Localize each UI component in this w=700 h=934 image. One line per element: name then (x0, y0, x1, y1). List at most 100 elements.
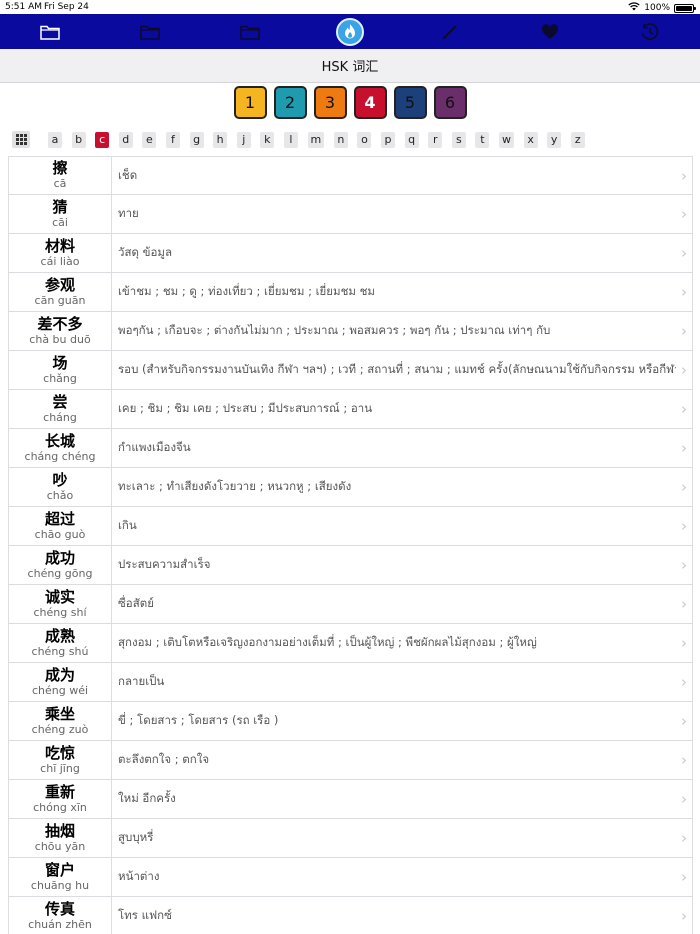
status-bar: 5:51 AM Fri Sep 24 100% (0, 0, 700, 14)
word-row[interactable]: 猜 cāi ทาย › (8, 195, 693, 234)
word-row[interactable]: 成熟 chéng shú สุกงอม ; เติบโตหรือเจริญงอกงา… (8, 624, 693, 663)
word-meaning: ประสบความสำเร็จ (118, 557, 211, 571)
history-button[interactable] (600, 14, 700, 49)
word-hanzi: 窗户 (44, 860, 75, 879)
word-row[interactable]: 诚实 chéng shí ซื่อสัตย์ › (8, 585, 693, 624)
chevron-right-icon: › (681, 751, 687, 769)
letter-x[interactable]: x (523, 131, 538, 148)
word-hanzi: 猜 (52, 197, 68, 216)
chevron-right-icon: › (681, 790, 687, 808)
folder-button-1[interactable] (0, 14, 100, 49)
word-hanzi: 擦 (52, 159, 68, 177)
word-hanzi: 成为 (44, 665, 75, 684)
word-row[interactable]: 吃惊 chī jīng ตะลึงตกใจ ; ตกใจ › (8, 741, 693, 780)
chevron-right-icon: › (681, 478, 687, 496)
letter-a[interactable]: a (48, 131, 62, 148)
letter-j[interactable]: j (236, 131, 251, 148)
letter-l[interactable]: l (283, 131, 298, 148)
word-meaning: เคย ; ชิม ; ชิม เคย ; ประสบ ; มีประสบการ… (118, 401, 373, 415)
favorites-button[interactable] (500, 14, 600, 49)
word-row[interactable]: 窗户 chuāng hu หน้าต่าง › (8, 858, 693, 897)
word-pinyin: chuán zhēn (28, 917, 92, 931)
letter-d[interactable]: d (118, 131, 133, 148)
word-meaning: รอบ (สำหรับกิจกรรมงานบันเทิง กีฬา ฯลฯ) ;… (118, 362, 676, 376)
word-pinyin: chāo guò (34, 527, 86, 541)
grid-icon[interactable] (12, 131, 30, 148)
letter-y[interactable]: y (547, 131, 562, 148)
word-row[interactable]: 成功 chéng gōng ประสบความสำเร็จ › (8, 546, 693, 585)
word-cell: 猜 cāi (9, 195, 112, 233)
letter-q[interactable]: q (404, 131, 419, 148)
word-pinyin: chéng shí (33, 605, 87, 619)
level-button-2[interactable]: 2 (273, 86, 307, 119)
letter-b[interactable]: b (71, 131, 86, 148)
word-hanzi: 参观 (44, 275, 75, 294)
letter-g[interactable]: g (189, 131, 204, 148)
word-cell: 重新 chóng xīn (9, 780, 112, 818)
word-meaning: กลายเป็น (118, 674, 165, 688)
word-hanzi: 诚实 (44, 587, 75, 606)
letter-o[interactable]: o (357, 131, 372, 148)
letter-s[interactable]: s (451, 131, 466, 148)
word-row[interactable]: 重新 chóng xīn ใหม่ อีกครั้ง › (8, 780, 693, 819)
chevron-right-icon: › (681, 595, 687, 613)
letter-h[interactable]: h (213, 131, 228, 148)
level-button-3[interactable]: 3 (313, 86, 347, 119)
word-list: 擦 cā เช็ด › 猜 cāi ทาย › 材料 cái liào วัสดุ ข้อมูล › 参… (8, 156, 693, 934)
level-button-6[interactable]: 6 (433, 86, 467, 119)
word-pinyin: chéng shú (31, 644, 89, 658)
word-cell: 传真 chuán zhēn (9, 897, 112, 934)
letter-m[interactable]: m (307, 131, 325, 148)
word-row[interactable]: 抽烟 chōu yān สูบบุหรี่ › (8, 819, 693, 858)
word-row[interactable]: 传真 chuán zhēn โทร แฟกซ์ › (8, 897, 693, 934)
word-hanzi: 重新 (44, 782, 75, 801)
word-row[interactable]: 长城 cháng chéng กำแพงเมืองจีน › (8, 429, 693, 468)
word-row[interactable]: 成为 chéng wéi กลายเป็น › (8, 663, 693, 702)
word-row[interactable]: 乘坐 chéng zuò ขี่ ; โดยสาร ; โดยสาร (รถ เรื… (8, 702, 693, 741)
letter-k[interactable]: k (260, 131, 275, 148)
word-row[interactable]: 差不多 chà bu duō พอๆกัน ; เกือบจะ ; ต่างกันไ… (8, 312, 693, 351)
flame-button[interactable] (300, 14, 400, 49)
letter-r[interactable]: r (428, 131, 443, 148)
word-row[interactable]: 场 chǎng รอบ (สำหรับกิจกรรมงานบันเทิง กีฬา … (8, 351, 693, 390)
word-meaning: เกิน (118, 518, 137, 532)
level-button-5[interactable]: 5 (393, 86, 427, 119)
word-cell: 窗户 chuāng hu (9, 858, 112, 896)
word-cell: 抽烟 chōu yān (9, 819, 112, 857)
word-pinyin: chéng zuò (31, 722, 89, 736)
word-hanzi: 传真 (44, 899, 75, 918)
word-row[interactable]: 吵 chǎo ทะเลาะ ; ทำเสียงดังโวยวาย ; หนวกหู … (8, 468, 693, 507)
letter-w[interactable]: w (499, 131, 514, 148)
level-button-1[interactable]: 1 (233, 86, 267, 119)
folder-icon (40, 24, 60, 40)
chevron-right-icon: › (681, 673, 687, 691)
letter-f[interactable]: f (165, 131, 180, 148)
chevron-right-icon: › (681, 361, 687, 379)
pencil-button[interactable] (400, 14, 500, 49)
word-pinyin: chéng gōng (27, 566, 93, 580)
word-row[interactable]: 擦 cā เช็ด › (8, 156, 693, 195)
letter-n[interactable]: n (333, 131, 348, 148)
folder-button-2[interactable] (100, 14, 200, 49)
word-meaning: ขี่ ; โดยสาร ; โดยสาร (รถ เรือ ) (118, 713, 279, 727)
letter-c[interactable]: c (95, 131, 110, 148)
pencil-icon (441, 23, 459, 41)
chevron-right-icon: › (681, 712, 687, 730)
word-pinyin: chóng xīn (33, 800, 87, 814)
status-date: Fri Sep 24 (44, 2, 89, 12)
word-pinyin: cā (53, 177, 67, 190)
word-cell: 吵 chǎo (9, 468, 112, 506)
word-cell: 超过 chāo guò (9, 507, 112, 545)
letter-z[interactable]: z (570, 131, 585, 148)
word-meaning: เข้าชม ; ชม ; ดู ; ท่องเที่ยว ; เยี่ยมชม… (118, 284, 376, 298)
word-row[interactable]: 尝 cháng เคย ; ชิม ; ชิม เคย ; ประสบ ; มีปร… (8, 390, 693, 429)
word-meaning: ซื่อสัตย์ (118, 596, 154, 610)
letter-t[interactable]: t (475, 131, 490, 148)
level-button-4[interactable]: 4 (353, 86, 387, 119)
word-row[interactable]: 超过 chāo guò เกิน › (8, 507, 693, 546)
word-row[interactable]: 材料 cái liào วัสดุ ข้อมูล › (8, 234, 693, 273)
word-row[interactable]: 参观 cān guān เข้าชม ; ชม ; ดู ; ท่องเที่ยว … (8, 273, 693, 312)
folder-button-3[interactable] (200, 14, 300, 49)
letter-p[interactable]: p (381, 131, 396, 148)
letter-e[interactable]: e (142, 131, 157, 148)
